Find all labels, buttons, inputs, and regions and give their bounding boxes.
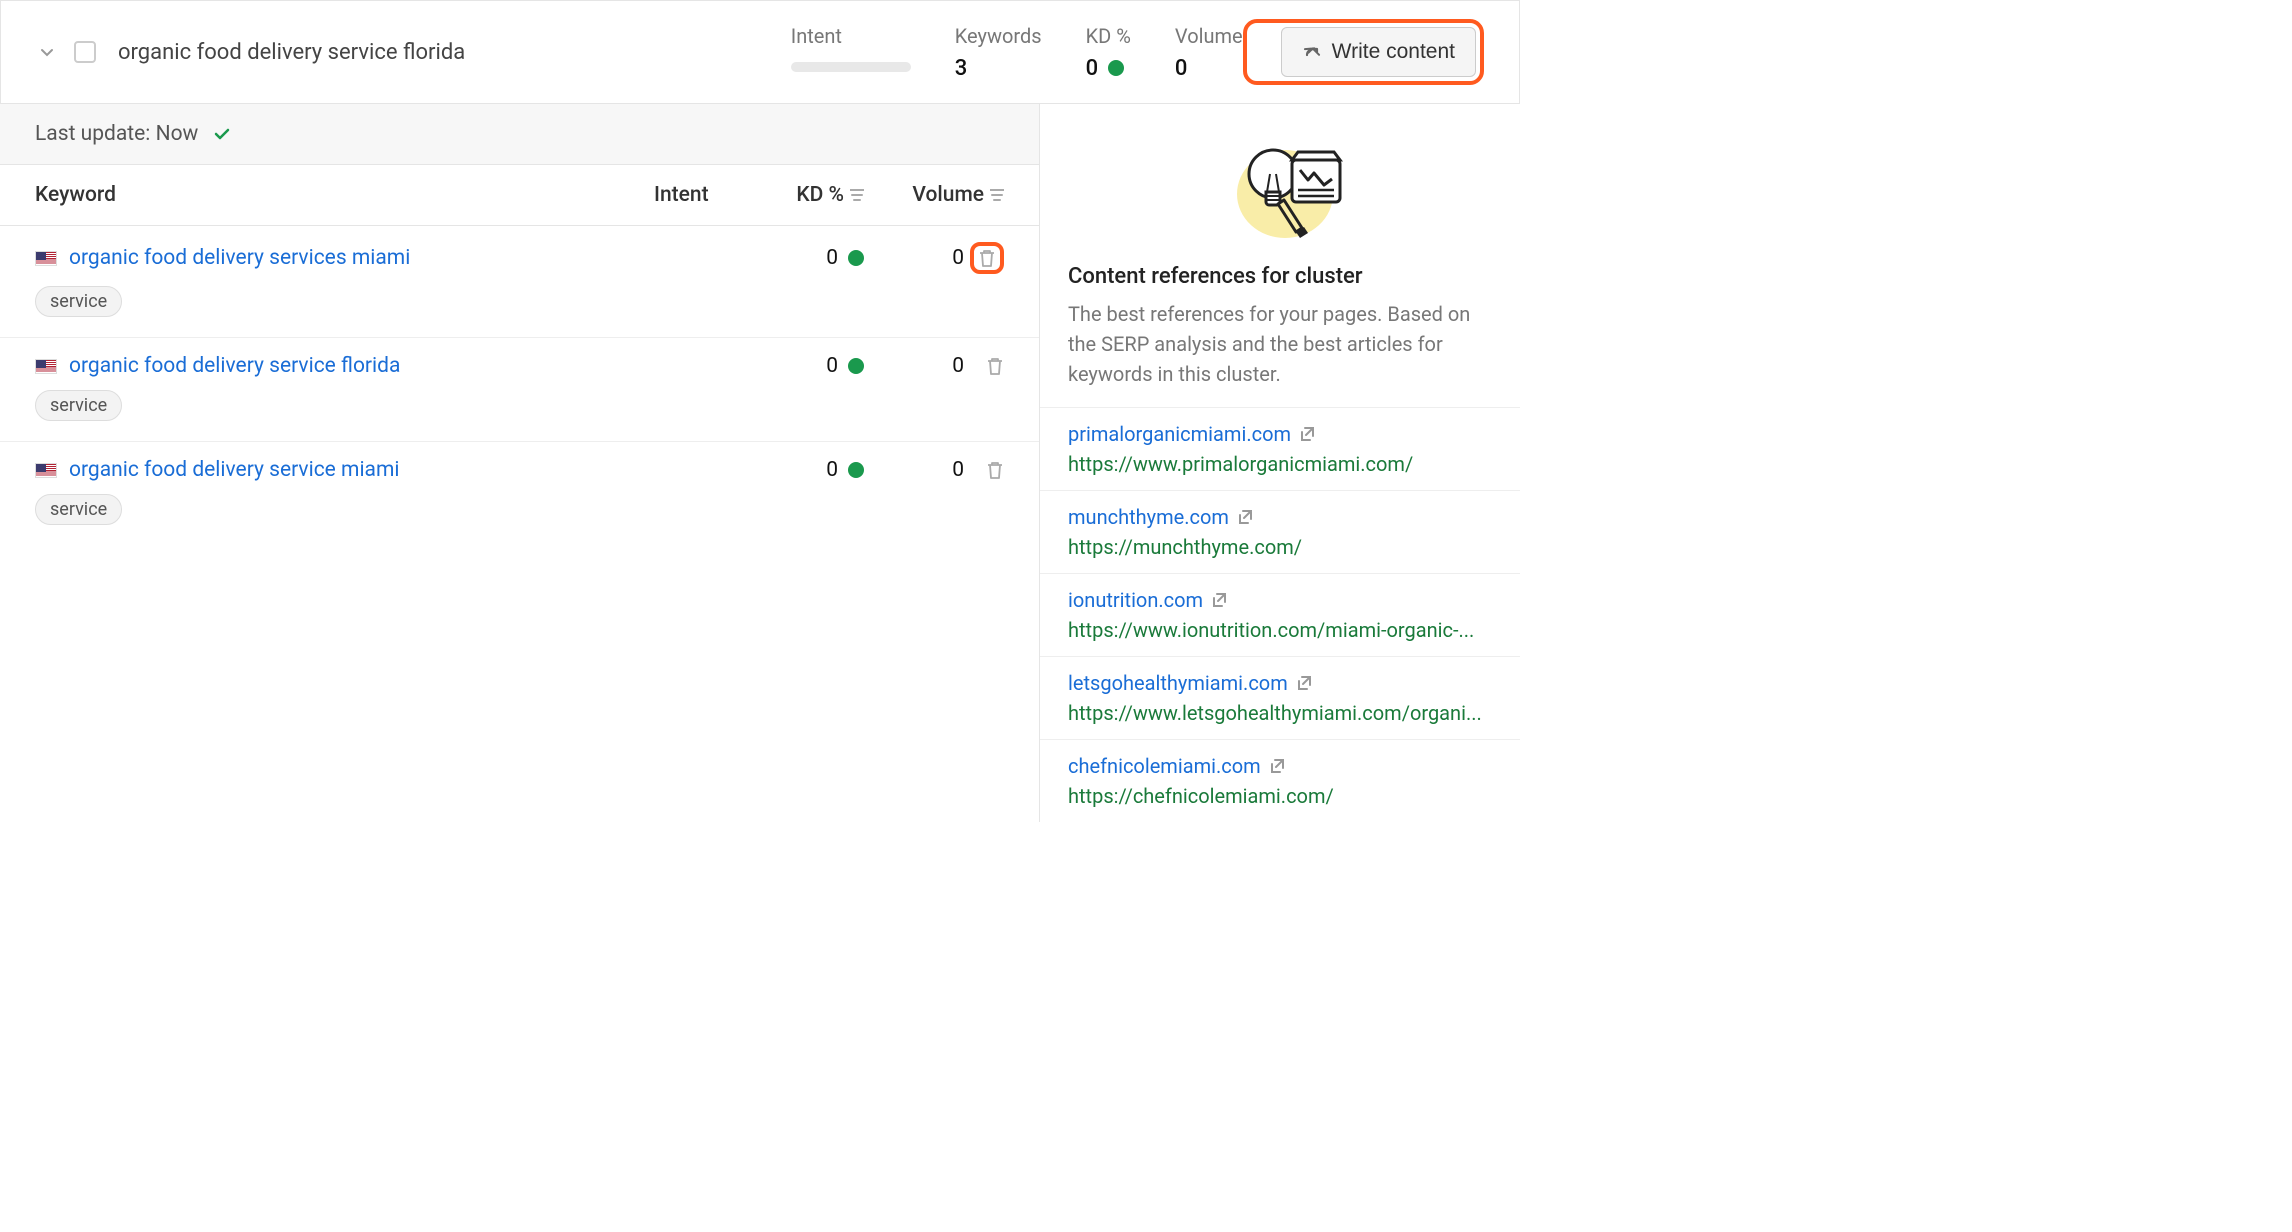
reference-domain-text: munchthyme.com [1068, 505, 1229, 529]
external-link-icon [1211, 592, 1227, 608]
external-link-icon [1237, 509, 1253, 525]
metric-volume: Volume 0 [1175, 24, 1243, 81]
write-content-label: Write content [1332, 40, 1455, 64]
table-row: organic food delivery service miami 0 0 … [0, 442, 1039, 545]
keyword-tag[interactable]: service [35, 494, 122, 525]
metric-kd: KD % 0 [1086, 24, 1131, 81]
keyword-link[interactable]: organic food delivery service miami [69, 458, 654, 482]
metric-volume-label: Volume [1175, 24, 1243, 48]
metrics-group: Intent Keywords 3 KD % 0 Volume 0 [791, 24, 1243, 81]
external-link-icon [1296, 675, 1312, 691]
col-intent-header[interactable]: Intent [654, 183, 744, 207]
table-header-row: Keyword Intent KD % Volume [0, 165, 1039, 226]
sort-icon [850, 189, 864, 201]
external-link-icon [1269, 758, 1285, 774]
kd-value: 0 [826, 354, 838, 378]
reference-item: ionutrition.com https://www.ionutrition.… [1040, 573, 1520, 656]
flag-us-icon [35, 251, 57, 266]
cluster-header-row: organic food delivery service florida In… [0, 0, 1520, 104]
flag-us-icon [35, 463, 57, 478]
table-row: organic food delivery service florida 0 … [0, 338, 1039, 442]
keyword-link[interactable]: organic food delivery service florida [69, 354, 654, 378]
references-description: The best references for your pages. Base… [1068, 299, 1492, 389]
reference-url: https://chefnicolemiami.com/ [1068, 784, 1492, 808]
reference-domain-text: ionutrition.com [1068, 588, 1203, 612]
reference-item: letsgohealthymiami.com https://www.letsg… [1040, 656, 1520, 739]
reference-item: primalorganicmiami.com https://www.prima… [1040, 407, 1520, 490]
kd-value: 0 [826, 458, 838, 482]
kd-cell: 0 [744, 246, 864, 270]
keyword-tag[interactable]: service [35, 390, 122, 421]
reference-domain-link[interactable]: letsgohealthymiami.com [1068, 671, 1492, 695]
flag-us-icon [35, 359, 57, 374]
kd-dot-icon [848, 462, 864, 478]
kd-value: 0 [826, 246, 838, 270]
sort-icon [990, 189, 1004, 201]
intent-bar [791, 62, 911, 72]
metric-keywords: Keywords 3 [955, 24, 1042, 81]
highlight-write-content: Write content [1243, 19, 1484, 85]
cluster-name: organic food delivery service florida [118, 40, 791, 65]
metric-kd-value: 0 [1086, 56, 1131, 81]
kd-dot-icon [848, 358, 864, 374]
col-kd-header[interactable]: KD % [744, 183, 864, 207]
metric-intent-label: Intent [791, 24, 911, 48]
reference-item: munchthyme.com https://munchthyme.com/ [1040, 490, 1520, 573]
reference-url: https://www.primalorganicmiami.com/ [1068, 452, 1492, 476]
reference-url: https://www.ionutrition.com/miami-organi… [1068, 618, 1492, 642]
metric-keywords-value: 3 [955, 56, 1042, 81]
col-keyword-header[interactable]: Keyword [35, 183, 654, 207]
col-volume-header[interactable]: Volume [864, 183, 1004, 207]
external-link-icon [1299, 426, 1315, 442]
volume-cell: 0 [864, 246, 964, 270]
reference-domain-text: primalorganicmiami.com [1068, 422, 1291, 446]
select-cluster-checkbox[interactable] [74, 41, 96, 63]
reference-item: chefnicolemiami.com https://chefnicolemi… [1040, 739, 1520, 822]
kd-dot-icon [848, 250, 864, 266]
reference-domain-link[interactable]: munchthyme.com [1068, 505, 1492, 529]
trash-icon[interactable] [978, 248, 996, 268]
highlight-trash [970, 242, 1004, 274]
kd-dot-icon [1108, 60, 1124, 76]
references-title: Content references for cluster [1068, 264, 1492, 289]
reference-domain-link[interactable]: ionutrition.com [1068, 588, 1492, 612]
check-icon [212, 124, 232, 144]
metric-keywords-label: Keywords [955, 24, 1042, 48]
kd-cell: 0 [744, 354, 864, 378]
metric-volume-value: 0 [1175, 56, 1243, 81]
metric-kd-num: 0 [1086, 56, 1099, 81]
col-volume-label: Volume [912, 183, 984, 207]
metric-kd-label: KD % [1086, 24, 1131, 48]
volume-cell: 0 [864, 458, 964, 482]
keyword-tag[interactable]: service [35, 286, 122, 317]
lightbulb-illustration [1040, 104, 1520, 264]
reference-domain-text: letsgohealthymiami.com [1068, 671, 1288, 695]
arrow-right-icon [1302, 42, 1322, 62]
reference-domain-link[interactable]: chefnicolemiami.com [1068, 754, 1492, 778]
write-content-button[interactable]: Write content [1281, 27, 1476, 77]
reference-url: https://www.letsgohealthymiami.com/organ… [1068, 701, 1492, 725]
keywords-panel: Last update: Now Keyword Intent KD % Vol… [0, 104, 1040, 822]
trash-icon[interactable] [986, 356, 1004, 376]
volume-cell: 0 [864, 354, 964, 378]
col-kd-label: KD % [796, 183, 844, 207]
reference-domain-text: chefnicolemiami.com [1068, 754, 1261, 778]
table-row: organic food delivery services miami 0 0… [0, 226, 1039, 338]
last-update-row: Last update: Now [0, 104, 1039, 165]
trash-icon[interactable] [986, 460, 1004, 480]
reference-domain-link[interactable]: primalorganicmiami.com [1068, 422, 1492, 446]
chevron-down-icon[interactable] [36, 41, 58, 63]
keyword-link[interactable]: organic food delivery services miami [69, 246, 654, 270]
kd-cell: 0 [744, 458, 864, 482]
last-update-text: Last update: Now [35, 122, 198, 146]
references-panel: Content references for cluster The best … [1040, 104, 1520, 822]
reference-url: https://munchthyme.com/ [1068, 535, 1492, 559]
metric-intent: Intent [791, 24, 911, 72]
